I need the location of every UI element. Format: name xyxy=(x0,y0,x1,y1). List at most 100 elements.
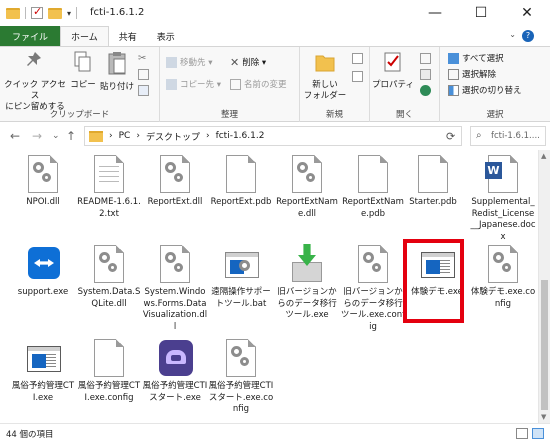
folder-icon xyxy=(315,55,335,72)
status-bar: 44 個の項目 xyxy=(0,423,550,443)
window-title: fcti-1.6.1.2 xyxy=(90,7,145,18)
dll-gear-icon xyxy=(91,244,127,284)
file-name: ReportExtName.dll xyxy=(276,197,338,219)
blank-doc-icon xyxy=(415,154,451,194)
minimize-button[interactable]: — xyxy=(412,0,458,26)
invert-selection-button[interactable]: 選択の切り替え xyxy=(448,83,522,97)
file-name: 風俗予約管理CTI.exe xyxy=(11,381,75,403)
file-item[interactable]: 遠隔操作サポートツール.bat xyxy=(208,244,274,310)
file-item[interactable]: System.Windows.Forms.DataVisualization.d… xyxy=(142,244,208,333)
close-button[interactable]: ✕ xyxy=(504,0,550,26)
file-item[interactable]: ReportExtName.dll xyxy=(274,154,340,220)
file-item[interactable]: 旧バージョンからのデータ移行ツール.exe xyxy=(274,244,340,322)
file-item[interactable]: W Supplemental_Redist_License__Japanese.… xyxy=(470,154,536,243)
file-item[interactable]: 風俗予約管理CTIスタート.exe xyxy=(142,338,208,404)
dll-gear-icon xyxy=(25,154,61,194)
select-none-label: 選択解除 xyxy=(462,70,497,80)
select-all-button[interactable]: すべて選択 xyxy=(448,51,504,65)
edit-icon[interactable] xyxy=(420,69,431,80)
file-name: 風俗予約管理CTI.exe.config xyxy=(77,381,141,403)
cut-icon[interactable]: ✂ xyxy=(138,53,149,64)
paste-button[interactable]: 貼り付け xyxy=(100,50,134,93)
title-bar: ▾ fcti-1.6.1.2 — ☐ ✕ xyxy=(0,0,550,26)
new-folder-button[interactable]: 新しい フォルダー xyxy=(302,50,348,102)
file-item[interactable]: 体験デモ.exe.config xyxy=(470,244,536,310)
vertical-scrollbar[interactable]: ▲ ▼ xyxy=(538,150,550,423)
help-icon[interactable]: ? xyxy=(522,30,534,42)
breadcrumb-folder[interactable]: fcti-1.6.1.2 xyxy=(216,131,265,141)
refresh-icon[interactable]: ⟳ xyxy=(446,130,455,143)
copy-to-button[interactable]: コピー先 ▾ xyxy=(166,77,221,91)
breadcrumb-pc[interactable]: PC xyxy=(119,131,131,141)
history-icon[interactable] xyxy=(420,85,431,96)
paste-label: 貼り付け xyxy=(100,82,135,92)
copy-path-icon[interactable] xyxy=(138,69,149,80)
file-item[interactable]: 風俗予約管理CTIスタート.exe.config xyxy=(208,338,274,416)
maximize-button[interactable]: ☐ xyxy=(458,0,504,26)
file-item[interactable]: ReportExt.pdb xyxy=(208,154,274,209)
move-to-label: 移動先 ▾ xyxy=(180,58,213,68)
copy-to-label: コピー先 ▾ xyxy=(180,80,221,90)
search-input[interactable]: ⌕ fcti-1.6.1.... xyxy=(470,126,546,146)
tab-home[interactable]: ホーム xyxy=(60,26,109,46)
divider xyxy=(76,7,78,19)
properties-icon[interactable] xyxy=(31,5,43,19)
tab-file[interactable]: ファイル xyxy=(0,26,61,46)
open-icon[interactable] xyxy=(420,53,431,64)
copy-button[interactable]: コピー xyxy=(70,50,96,91)
blank-doc-icon xyxy=(223,154,259,194)
properties-icon xyxy=(384,52,401,72)
file-item[interactable]: NPOI.dll xyxy=(10,154,76,209)
file-item[interactable]: ReportExtName.pdb xyxy=(340,154,406,220)
file-item[interactable]: support.exe xyxy=(10,244,76,299)
large-icons-view-icon[interactable] xyxy=(532,428,544,439)
collapse-ribbon-icon[interactable]: ⌄ xyxy=(509,30,516,39)
file-name: README-1.6.1.2.txt xyxy=(77,197,141,219)
pin-quick-access-button[interactable]: クイック アクセス にピン留めする xyxy=(4,50,66,113)
details-view-icon[interactable] xyxy=(516,428,528,439)
rename-button[interactable]: 名前の変更 xyxy=(230,77,287,91)
move-to-button[interactable]: 移動先 ▾ xyxy=(166,55,212,69)
pin-icon xyxy=(27,52,41,66)
config-gear-icon xyxy=(355,244,391,284)
address-bar[interactable]: › PC › デスクトップ › fcti-1.6.1.2 xyxy=(84,126,462,146)
copy-label: コピー xyxy=(70,80,96,90)
phone-icon xyxy=(157,338,193,378)
file-item[interactable]: 風俗予約管理CTI.exe xyxy=(10,338,76,404)
up-button[interactable]: ↑ xyxy=(66,129,76,143)
new-folder-icon[interactable] xyxy=(48,7,62,19)
delete-button[interactable]: ✕ 削除 ▾ xyxy=(230,55,266,69)
clipboard-group-label: クリップボード xyxy=(49,110,110,120)
file-item[interactable]: System.Data.SQLite.dll xyxy=(76,244,142,310)
rename-icon xyxy=(230,78,241,90)
paste-shortcut-icon[interactable] xyxy=(138,85,149,96)
select-all-icon xyxy=(448,52,459,64)
move-to-icon xyxy=(166,56,177,68)
recent-locations-button[interactable]: ⌄ xyxy=(52,131,60,141)
new-item-icon[interactable] xyxy=(352,53,363,64)
new-group-label: 新規 xyxy=(325,110,343,120)
invert-selection-label: 選択の切り替え xyxy=(462,86,522,96)
file-name: ReportExt.pdb xyxy=(210,197,272,207)
divider xyxy=(25,7,26,19)
back-button[interactable]: ← xyxy=(10,129,20,143)
search-placeholder: fcti-1.6.1.... xyxy=(491,131,540,141)
file-item[interactable]: 旧バージョンからのデータ移行ツール.exe.config xyxy=(340,244,406,333)
folder-icon xyxy=(6,7,20,19)
easy-access-icon[interactable] xyxy=(352,71,363,82)
tab-view[interactable]: 表示 xyxy=(147,26,185,46)
forward-button[interactable]: → xyxy=(32,129,42,143)
select-none-button[interactable]: 選択解除 xyxy=(448,67,496,81)
customize-qat-icon[interactable]: ▾ xyxy=(67,9,71,18)
scroll-up-icon[interactable]: ▲ xyxy=(541,152,546,160)
scroll-down-icon[interactable]: ▼ xyxy=(541,413,546,421)
file-item[interactable]: Starter.pdb xyxy=(400,154,466,209)
breadcrumb-separator: › xyxy=(205,131,210,141)
tab-share[interactable]: 共有 xyxy=(109,26,147,46)
file-item[interactable]: README-1.6.1.2.txt xyxy=(76,154,142,220)
file-item[interactable]: 風俗予約管理CTI.exe.config xyxy=(76,338,142,404)
breadcrumb-desktop[interactable]: デスクトップ xyxy=(146,130,200,143)
scrollbar-thumb[interactable] xyxy=(541,280,548,410)
file-item[interactable]: ReportExt.dll xyxy=(142,154,208,209)
properties-button[interactable]: プロパティ xyxy=(372,50,414,91)
